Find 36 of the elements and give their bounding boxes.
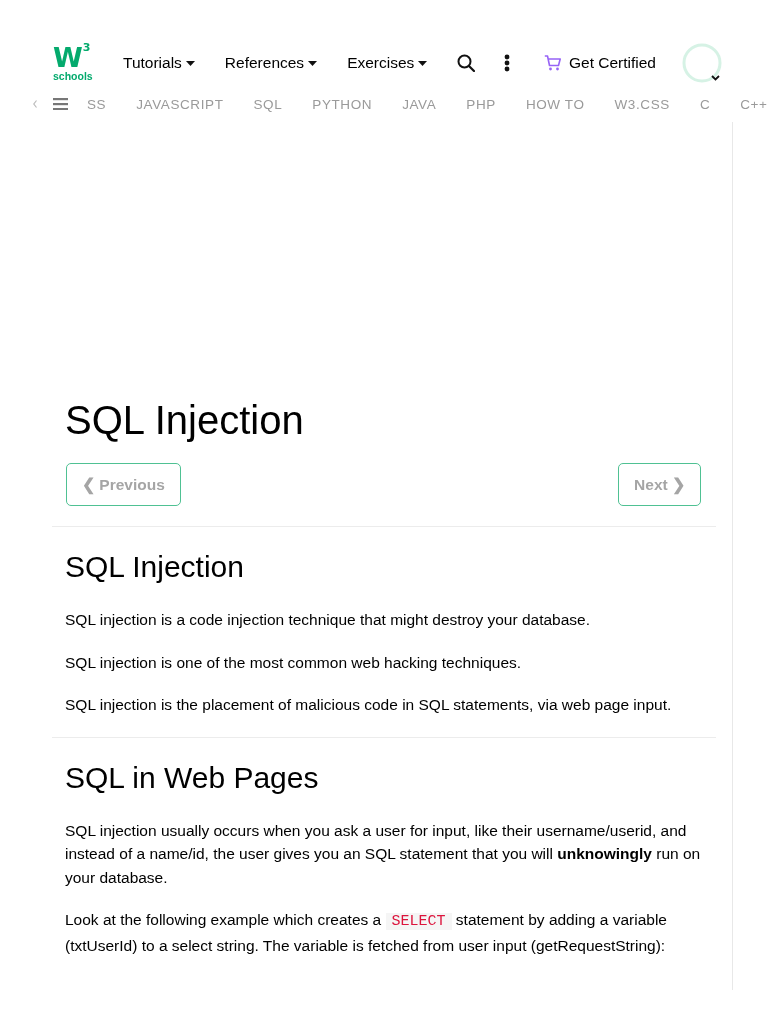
nav-menu-button[interactable]: References [224,54,318,72]
page-title: SQL Injection [65,397,305,444]
paragraph: SQL injection is one of the most common web hacking techniques. [65,652,523,673]
logo-letter: W [53,44,82,70]
paragraph: SQL injection usually occurs when you ask a user for input, like their username/userid, and instead of a name/id, the user gives you an SQL statement that you will unknowingly run on your database. [65,820,702,888]
topic-link[interactable]: JAVASCRIPT [136,96,224,112]
topic-link[interactable]: SS [87,96,107,112]
menu-icon[interactable] [53,98,68,110]
get-certified-link[interactable]: Get Certified [544,54,656,72]
caret-icon [185,60,195,66]
paragraph: Look at the following example which creates a SELECT statement by adding a variable (txtUserId) to a select string. The variable is fetched from user input (getRequestString): [65,910,668,956]
topic-link[interactable]: PHP [466,96,496,112]
chevron-down-icon[interactable] [711,75,720,81]
section-heading: SQL Injection [65,549,245,585]
vertical-dots-icon[interactable] [504,54,511,72]
paragraph: SQL injection is the placement of malicious code in SQL statements, via web page input. [65,695,673,715]
logo-wordmark: schools [53,69,91,82]
topic-link[interactable]: C [699,96,711,112]
topic-link[interactable]: SQL [253,96,283,112]
nav-menu-button[interactable]: Tutorials [123,54,195,72]
topic-link[interactable]: HOW TO [525,96,585,112]
topic-link[interactable]: PYTHON [312,96,373,112]
topic-link[interactable]: W3.CSS [614,96,670,112]
topic-link[interactable]: C++ [740,96,768,112]
nav-menu-button[interactable]: Exercises [347,54,428,72]
next-button[interactable]: Next ❯ [618,463,701,506]
ring-icon [682,43,722,83]
previous-button[interactable]: ❮ Previous [66,463,181,506]
caret-icon [308,60,318,66]
paragraph: SQL injection is a code injection technique that might destroy your database. [65,610,592,630]
cart-icon [544,55,561,71]
search-icon[interactable] [457,54,476,72]
topic-link[interactable]: JAVA [402,96,437,112]
caret-icon [418,60,428,66]
section-heading: SQL in Web Pages [65,759,320,796]
logo-superscript: 3 [82,41,91,53]
